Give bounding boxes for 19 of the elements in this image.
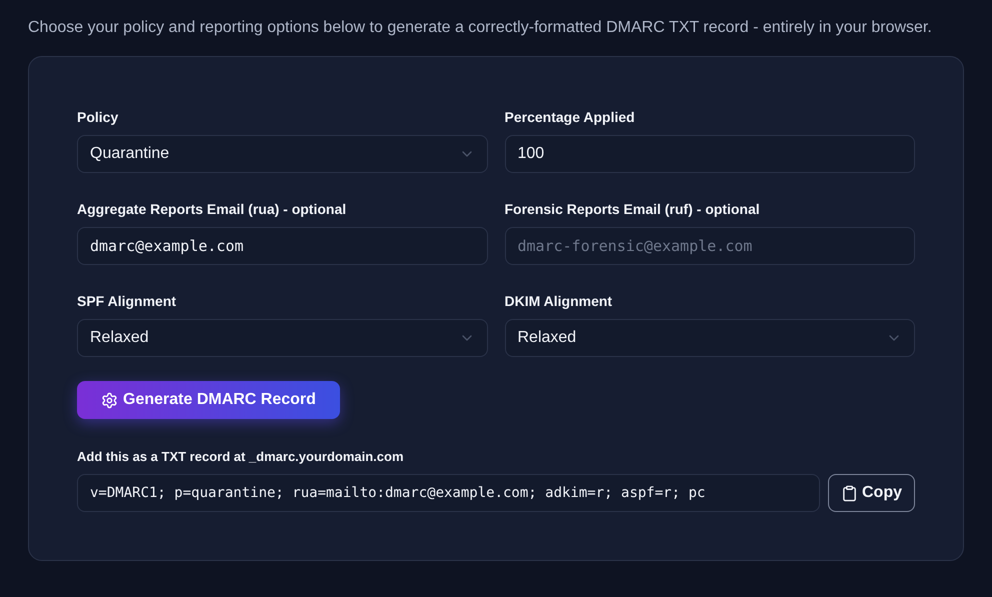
- record-field[interactable]: v=DMARC1; p=quarantine; rua=mailto:dmarc@example.com; adkim=r; aspf=r; pc: [77, 474, 820, 512]
- input-field[interactable]: 100: [504, 135, 915, 173]
- generate-button[interactable]: Generate DMARC Record: [77, 381, 340, 419]
- input-field[interactable]: dmarc@example.com: [77, 227, 488, 265]
- select-field[interactable]: Relaxed: [504, 319, 915, 357]
- output-label: Add this as a TXT record at _dmarc.yourdomain.com: [77, 449, 405, 464]
- field-label: Policy: [77, 109, 120, 126]
- field-label: DKIM Alignment: [504, 293, 614, 310]
- select-field[interactable]: Relaxed: [77, 319, 488, 357]
- input-field[interactable]: dmarc-forensic@example.com: [504, 227, 915, 265]
- copy-button[interactable]: Copy: [828, 474, 915, 512]
- field-label: SPF Alignment: [77, 293, 178, 310]
- field-label: Forensic Reports Email (ruf) - optional: [504, 201, 761, 218]
- settings-icon: [101, 392, 118, 408]
- clipboard-icon: [841, 484, 858, 502]
- select-field[interactable]: Quarantine: [77, 135, 488, 173]
- field-label: Aggregate Reports Email (rua) - optional: [77, 201, 348, 218]
- intro-text: Choose your policy and reporting options below to generate a correctly-formatted DMARC TXT record - entirely in your browser.: [28, 18, 933, 38]
- field-label: Percentage Applied: [504, 109, 636, 126]
